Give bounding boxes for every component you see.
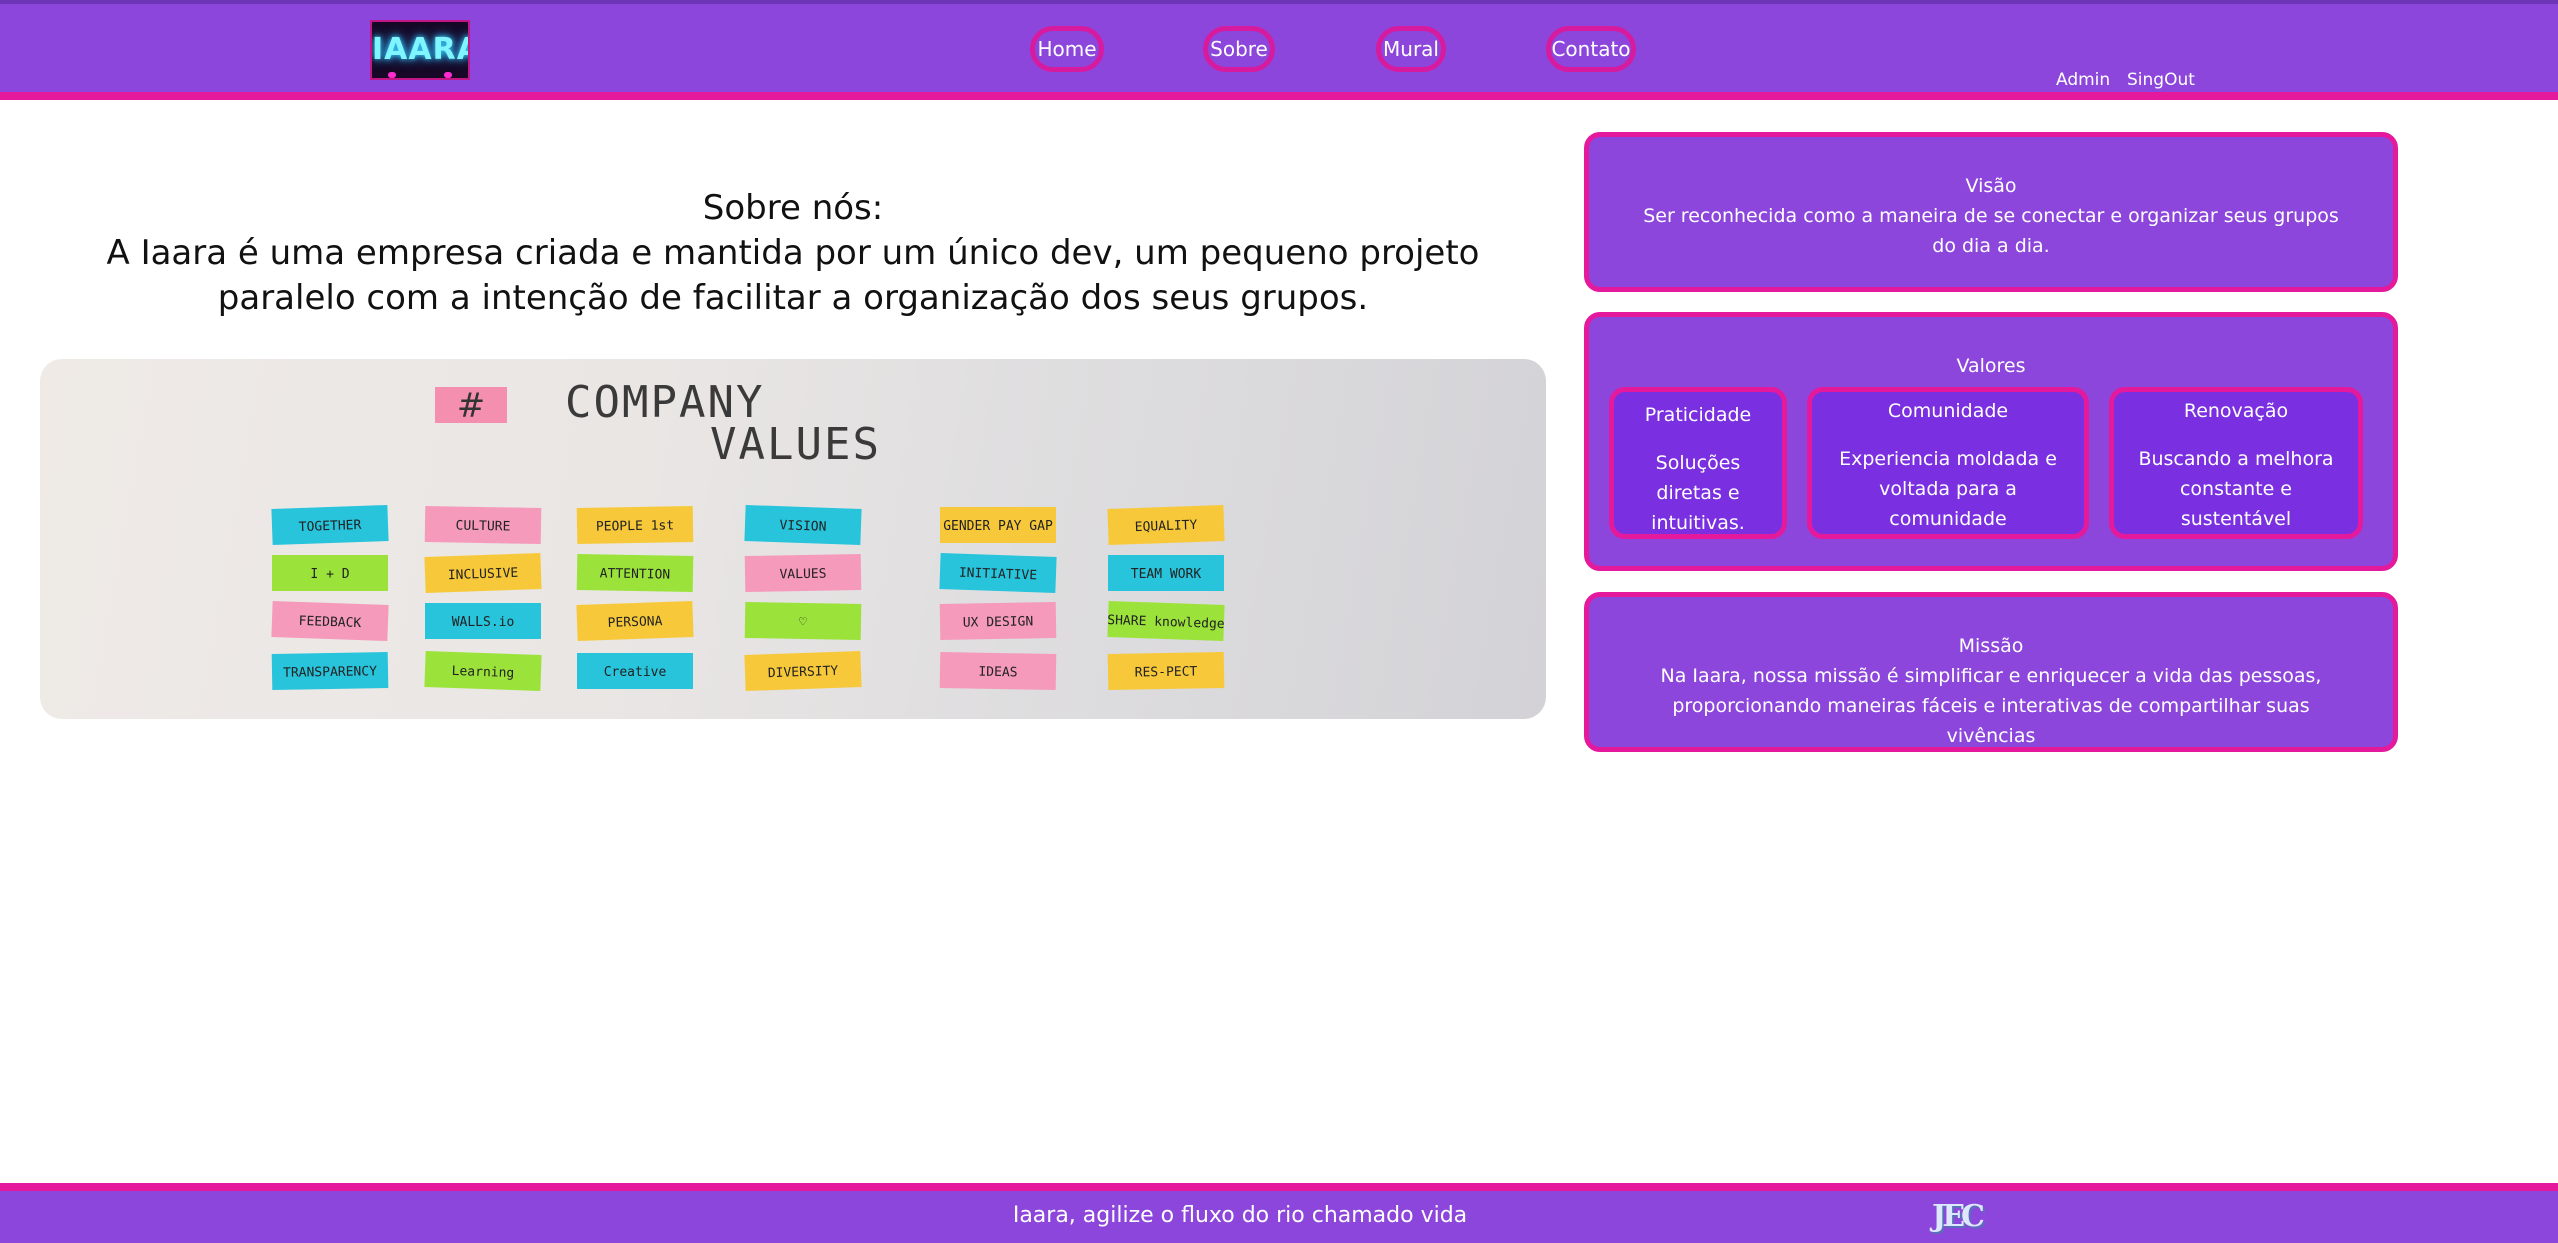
missao-title: Missão xyxy=(1958,635,2024,657)
title-hash-text: # xyxy=(457,386,486,426)
sticky-note-text: DIVERSITY xyxy=(768,664,839,681)
admin-link[interactable]: Admin xyxy=(2056,70,2110,90)
value-card-title: Comunidade xyxy=(1887,400,2009,422)
value-card-text: Buscando a melhora constante e sustentáv… xyxy=(2138,448,2334,530)
sticky-note-text: Learning xyxy=(451,664,514,681)
sticky-note: ATTENTION xyxy=(576,553,694,593)
top-navbar: IAARA Home Sobre Mural Contato Admin Sin… xyxy=(0,0,2558,100)
nav-sobre-button[interactable]: Sobre xyxy=(1203,26,1275,72)
sticky-note: EQUALITY xyxy=(1107,504,1225,546)
footer: Iaara, agilize o fluxo do rio chamado vi… xyxy=(0,1183,2558,1243)
sticky-note-text: TOGETHER xyxy=(298,518,361,535)
sticky-note-text: CULTURE xyxy=(455,519,510,535)
sticky-note-text: UX DESIGN xyxy=(963,614,1034,630)
sticky-note-text: INCLUSIVE xyxy=(448,566,519,583)
sticky-note-text: ATTENTION xyxy=(600,566,671,582)
sticky-note-text: FEEDBACK xyxy=(298,614,361,631)
sticky-note: FEEDBACK xyxy=(271,600,389,642)
sticky-note-text: WALLS.io xyxy=(452,615,515,630)
valores-panel: Valores Praticidade Soluções diretas e i… xyxy=(1584,312,2398,571)
sticky-note: GENDER PAY GAP xyxy=(940,507,1056,543)
value-card-title: Praticidade xyxy=(1644,404,1752,426)
sticky-note: IDEAS xyxy=(939,651,1057,691)
logo-text: IAARA xyxy=(372,32,468,67)
signout-link[interactable]: SingOut xyxy=(2127,70,2195,90)
value-card-praticidade: Praticidade Soluções diretas e intuitiva… xyxy=(1609,387,1787,539)
sticky-note: PEOPLE 1st xyxy=(576,505,694,545)
sticky-note-text: INITIATIVE xyxy=(959,566,1038,584)
sticky-note-text: IDEAS xyxy=(978,665,1017,681)
about-heading: Sobre nós: xyxy=(702,188,884,228)
sticky-note: ♡ xyxy=(744,601,862,641)
value-card-renovacao: Renovação Buscando a melhora constante e… xyxy=(2109,387,2363,539)
sticky-note: SHARE knowledge xyxy=(1107,600,1225,642)
sticky-notes-illustration: # COMPANY VALUES TOGETHER CULTURE PEOPLE 1… xyxy=(271,377,1225,692)
sticky-note: TRANSPARENCY xyxy=(271,651,389,691)
sticky-note-text: VISION xyxy=(779,518,826,535)
sticky-note: PERSONA xyxy=(576,600,694,642)
value-card-text: Soluções diretas e intuitivas. xyxy=(1651,452,1745,534)
visao-title: Visão xyxy=(1965,175,2017,197)
sticky-note: VISION xyxy=(744,504,862,546)
sticky-note-text: RES-PECT xyxy=(1135,664,1198,680)
company-values-image: # COMPANY VALUES TOGETHER CULTURE PEOPLE 1… xyxy=(40,359,1546,719)
value-card-comunidade: Comunidade Experiencia moldada e voltada… xyxy=(1807,387,2089,539)
nav-mural-button[interactable]: Mural xyxy=(1376,26,1446,72)
missao-text: Na Iaara, nossa missão é simplificar e e… xyxy=(1660,665,2322,747)
sticky-note-text: PEOPLE 1st xyxy=(596,518,675,534)
sticky-note-text: Creative xyxy=(604,665,667,680)
valores-title: Valores xyxy=(1956,355,2026,377)
sticky-note: INCLUSIVE xyxy=(424,552,542,594)
nav-home-button[interactable]: Home xyxy=(1030,26,1104,72)
footer-logo-icon: JEC xyxy=(1932,1199,1985,1234)
sticky-note-text: TRANSPARENCY xyxy=(283,664,377,681)
sticky-note-text: PERSONA xyxy=(607,614,662,631)
sticky-note: Learning xyxy=(424,650,542,692)
value-card-text: Experiencia moldada e voltada para a com… xyxy=(1839,448,2057,530)
missao-panel: Missão Na Iaara, nossa missão é simplifi… xyxy=(1584,592,2398,752)
sticky-note-text: I + D xyxy=(310,567,349,582)
visao-panel: Visão Ser reconhecida como a maneira de … xyxy=(1584,132,2398,292)
sticky-note: Creative xyxy=(577,653,693,689)
sticky-note: RES-PECT xyxy=(1107,651,1225,691)
sticky-note: VALUES xyxy=(744,553,862,593)
footer-tagline: Iaara, agilize o fluxo do rio chamado vi… xyxy=(1012,1203,1468,1228)
iaara-logo[interactable]: IAARA xyxy=(370,20,470,80)
about-description: A Iaara é uma empresa criada e mantida p… xyxy=(106,233,1480,318)
sticky-note-text: VALUES xyxy=(779,567,826,583)
sticky-note: INITIATIVE xyxy=(939,552,1057,594)
sticky-note: TEAM WORK xyxy=(1108,555,1224,591)
sticky-note: I + D xyxy=(272,555,388,591)
sticky-note: TOGETHER xyxy=(271,504,389,546)
visao-text: Ser reconhecida como a maneira de se con… xyxy=(1643,205,2339,257)
sticky-note: UX DESIGN xyxy=(939,601,1057,641)
sticky-note: CULTURE xyxy=(424,505,542,545)
sticky-note-text: EQUALITY xyxy=(1134,518,1197,535)
sticky-note-text: ♡ xyxy=(799,615,807,630)
value-card-title: Renovação xyxy=(2183,400,2289,422)
sticky-note-text: TEAM WORK xyxy=(1131,567,1202,582)
logo-light-icon xyxy=(388,72,396,78)
logo-light-icon xyxy=(444,72,452,78)
about-section: Sobre nós: A Iaara é uma empresa criada … xyxy=(40,186,1546,321)
sticky-note: WALLS.io xyxy=(425,603,541,639)
title-values-text: VALUES xyxy=(710,419,881,470)
sticky-note: DIVERSITY xyxy=(744,650,862,692)
sticky-note-text: GENDER PAY GAP xyxy=(943,519,1053,534)
nav-contato-button[interactable]: Contato xyxy=(1546,26,1636,72)
